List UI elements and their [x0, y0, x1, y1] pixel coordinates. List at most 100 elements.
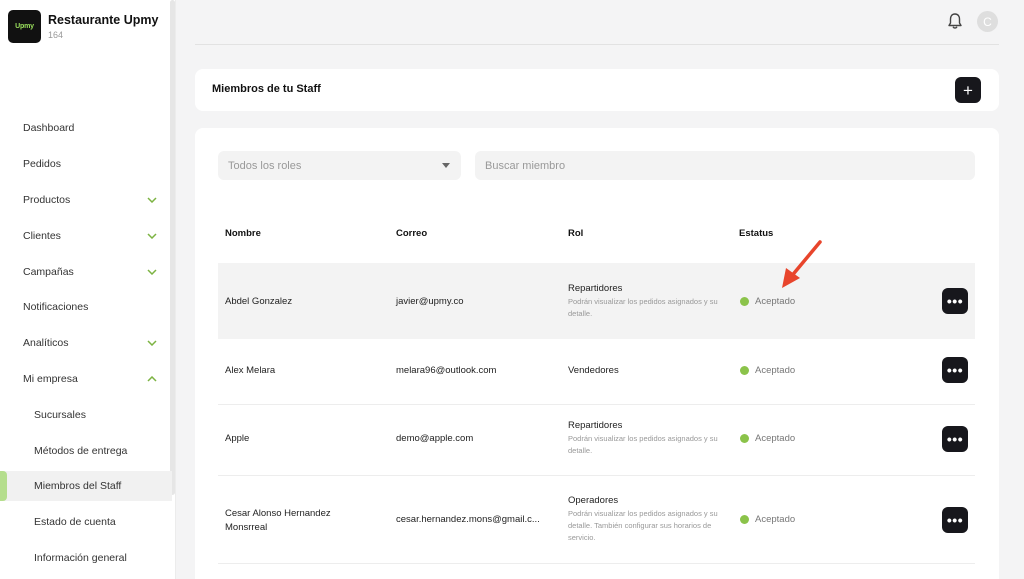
row-actions-button[interactable]: •••	[942, 426, 968, 452]
sidebar-item-clientes[interactable]: Clientes	[0, 221, 172, 251]
more-icon: •••	[946, 431, 964, 447]
member-email: cesar.hernandez.mons@gmail.c...	[396, 514, 540, 525]
status-dot-icon	[740, 297, 749, 306]
row-divider	[218, 563, 975, 564]
member-name: Cesar Alonso Hernandez Monsrreal	[225, 508, 331, 533]
sidebar-item-label: Miembros del Staff	[34, 480, 122, 492]
sidebar: Upmy Restaurante Upmy 164 Dashboard Pedi…	[0, 0, 176, 579]
column-header-name: Nombre	[225, 228, 261, 239]
sidebar-item-informacion-general[interactable]: Información general	[0, 543, 172, 573]
member-name: Abdel Gonzalez	[225, 296, 293, 307]
brand-info: Restaurante Upmy 164	[48, 13, 158, 40]
status-dot-icon	[740, 515, 749, 524]
member-name: Apple	[225, 433, 250, 444]
role-filter-select[interactable]: Todos los roles	[218, 151, 461, 180]
sidebar-item-label: Clientes	[23, 230, 61, 242]
status-label: Aceptado	[755, 433, 796, 444]
status-badge: Aceptado	[740, 514, 795, 525]
member-role: Vendedores	[568, 365, 728, 376]
row-actions-button[interactable]: •••	[942, 357, 968, 383]
member-name: Alex Melara	[225, 365, 276, 376]
more-icon: •••	[946, 512, 964, 528]
staff-table-card: Todos los roles Nombre Correo Rol Estatu…	[195, 128, 999, 579]
avatar[interactable]: C	[977, 11, 998, 32]
sidebar-item-label: Productos	[23, 194, 71, 206]
sidebar-item-label: Información general	[34, 552, 127, 564]
sidebar-item-label: Mi empresa	[23, 373, 78, 385]
sidebar-item-productos[interactable]: Productos	[0, 185, 172, 215]
role-name: Operadores	[568, 495, 619, 506]
brand[interactable]: Upmy Restaurante Upmy 164	[8, 10, 158, 43]
more-icon: •••	[946, 293, 964, 309]
column-header-email: Correo	[396, 228, 428, 239]
brand-name: Restaurante Upmy	[48, 13, 159, 27]
search-member-input[interactable]	[475, 151, 975, 180]
chevron-down-icon	[147, 195, 157, 205]
status-dot-icon	[740, 434, 749, 443]
row-actions-button[interactable]: •••	[942, 507, 968, 533]
sidebar-item-dashboard[interactable]: Dashboard	[0, 113, 172, 143]
sidebar-item-estado-cuenta[interactable]: Estado de cuenta	[0, 507, 172, 537]
role-filter-value: Todos los roles	[228, 159, 302, 172]
member-role: Operadores Podrán visualizar los pedidos…	[568, 495, 728, 544]
plus-icon: +	[963, 80, 973, 100]
member-email: demo@apple.com	[396, 433, 474, 444]
role-name: Repartidores	[568, 420, 623, 431]
role-description: Podrán visualizar los pedidos asignados …	[568, 509, 718, 542]
status-label: Aceptado	[755, 365, 796, 376]
more-icon: •••	[946, 362, 964, 378]
caret-down-icon	[442, 163, 450, 168]
brand-logo: Upmy	[8, 10, 41, 43]
sidebar-item-notificaciones[interactable]: Notificaciones	[0, 292, 172, 322]
sidebar-item-analiticos[interactable]: Analíticos	[0, 328, 172, 358]
sidebar-item-label: Campañas	[23, 266, 74, 278]
status-badge: Aceptado	[740, 365, 795, 376]
status-badge: Aceptado	[740, 296, 795, 307]
column-header-status: Estatus	[739, 228, 774, 239]
member-email: javier@upmy.co	[396, 296, 464, 307]
status-label: Aceptado	[755, 296, 796, 307]
sidebar-item-miembros-staff[interactable]: Miembros del Staff	[0, 471, 172, 501]
member-email: melara96@outlook.com	[396, 365, 497, 376]
sidebar-item-label: Dashboard	[23, 122, 75, 134]
role-description: Podrán visualizar los pedidos asignados …	[568, 434, 718, 455]
brand-id: 164	[48, 30, 64, 40]
sidebar-item-campanas[interactable]: Campañas	[0, 257, 172, 287]
page-title: Miembros de tu Staff	[212, 83, 321, 95]
status-badge: Aceptado	[740, 433, 795, 444]
role-name: Repartidores	[568, 283, 623, 294]
staff-header-card: Miembros de tu Staff +	[195, 69, 999, 111]
sidebar-item-label: Analíticos	[23, 337, 69, 349]
brand-logo-text: Upmy	[15, 23, 34, 30]
row-actions-button[interactable]: •••	[942, 288, 968, 314]
annotation-arrow-icon	[782, 240, 822, 288]
topbar-divider	[195, 44, 999, 45]
chevron-down-icon	[147, 338, 157, 348]
status-dot-icon	[740, 366, 749, 375]
table-row[interactable]: Abdel Gonzalez javier@upmy.co Repartidor…	[218, 263, 975, 339]
sidebar-item-label: Estado de cuenta	[34, 516, 116, 528]
status-label: Aceptado	[755, 514, 796, 525]
sidebar-item-label: Pedidos	[23, 158, 61, 170]
active-indicator	[0, 471, 7, 501]
table-row[interactable]: Cesar Alonso Hernandez Monsrreal cesar.h…	[218, 476, 975, 564]
column-header-role: Rol	[568, 228, 584, 239]
bell-icon[interactable]	[947, 12, 963, 30]
table-row[interactable]: Alex Melara melara96@outlook.com Vendedo…	[218, 339, 975, 405]
chevron-down-icon	[147, 267, 157, 277]
avatar-initial: C	[983, 14, 992, 29]
member-role: Repartidores Podrán visualizar los pedid…	[568, 420, 728, 457]
sidebar-item-label: Sucursales	[34, 409, 86, 421]
sidebar-item-sucursales[interactable]: Sucursales	[0, 400, 172, 430]
role-description: Podrán visualizar los pedidos asignados …	[568, 297, 718, 318]
sidebar-item-metodos-entrega[interactable]: Métodos de entrega	[0, 436, 172, 466]
member-role: Repartidores Podrán visualizar los pedid…	[568, 283, 728, 320]
sidebar-item-pedidos[interactable]: Pedidos	[0, 149, 172, 179]
sidebar-item-mi-empresa[interactable]: Mi empresa	[0, 364, 172, 394]
sidebar-item-label: Notificaciones	[23, 301, 89, 313]
role-name: Vendedores	[568, 365, 619, 376]
add-member-button[interactable]: +	[955, 77, 981, 103]
chevron-down-icon	[147, 231, 157, 241]
table-row[interactable]: Apple demo@apple.com Repartidores Podrán…	[218, 405, 975, 476]
sidebar-item-label: Métodos de entrega	[34, 445, 128, 457]
